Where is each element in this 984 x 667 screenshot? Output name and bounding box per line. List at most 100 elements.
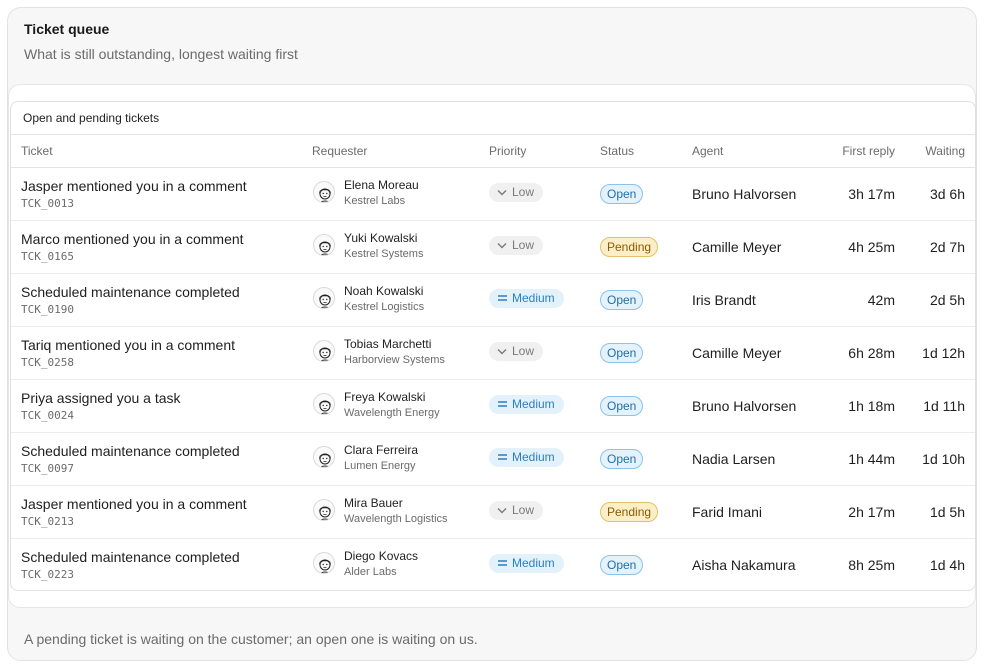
first-reply-value: 42m (867, 292, 895, 308)
column-header-requester: Requester (312, 144, 368, 158)
first-reply-value: 8h 25m (848, 557, 895, 573)
waiting-value: 2d 5h (929, 292, 965, 308)
equals-icon (496, 396, 508, 415)
priority-badge: Medium (489, 554, 564, 573)
first-reply-value: 4h 25m (848, 239, 895, 255)
equals-icon (496, 555, 508, 574)
table-row[interactable]: Scheduled maintenance completed TCK_0190 N… (11, 274, 975, 327)
status-badge: Open (600, 290, 644, 310)
ticket-title[interactable]: Jasper mentioned you in a comment (21, 496, 247, 512)
status-cell: Pending (600, 237, 659, 257)
waiting-value: 2d 7h (929, 239, 965, 255)
requester-org: Kestrel Logistics (344, 301, 425, 313)
requester-name: Tobias Marchetti (344, 337, 432, 351)
priority-label: Low (512, 344, 535, 358)
priority-label: Low (512, 185, 535, 199)
ticket-id: TCK_0013 (21, 197, 74, 210)
agent-name: Iris Brandt (692, 292, 756, 308)
ticket-id: TCK_0213 (21, 515, 74, 528)
agent-name: Camille Meyer (692, 239, 782, 255)
table-row[interactable]: Marco mentioned you in a comment TCK_0165… (11, 221, 975, 274)
first-reply-value: 1h 18m (848, 398, 895, 414)
waiting-value: 3d 6h (929, 186, 965, 202)
table-row[interactable]: Jasper mentioned you in a comment TCK_021… (11, 486, 975, 539)
waiting-value: 1d 5h (929, 504, 965, 520)
priority-cell: Low (489, 183, 544, 202)
chevron-down-icon (496, 502, 508, 521)
priority-label: Medium (512, 397, 555, 411)
ticket-cell: Priya assigned you a task TCK_0024 (21, 390, 181, 422)
table-row[interactable]: Scheduled maintenance completed TCK_0223 D… (11, 539, 975, 590)
column-header-ticket: Ticket (21, 144, 53, 158)
priority-cell: Medium (489, 289, 564, 308)
status-badge: Pending (600, 237, 659, 257)
status-cell: Open (600, 396, 644, 416)
ticket-title[interactable]: Scheduled maintenance completed (21, 443, 240, 459)
requester-org: Kestrel Labs (344, 195, 406, 207)
priority-label: Medium (512, 556, 555, 570)
priority-badge: Medium (489, 395, 564, 414)
priority-cell: Low (489, 236, 544, 256)
avatar (313, 499, 335, 521)
waiting-value: 1d 10h (922, 451, 965, 467)
table-caption: Open and pending tickets (11, 102, 975, 135)
requester-name: Noah Kowalski (344, 284, 424, 298)
priority-cell: Medium (489, 448, 564, 467)
requester-name: Diego Kovacs (344, 549, 419, 563)
table-row[interactable]: Tariq mentioned you in a comment TCK_0258… (11, 327, 975, 380)
requester-org: Lumen Energy (344, 460, 416, 472)
agent-name: Farid Imani (692, 504, 763, 520)
ticket-id: TCK_0190 (21, 303, 74, 316)
ticket-id: TCK_0097 (21, 462, 74, 475)
ticket-title[interactable]: Scheduled maintenance completed (21, 549, 240, 565)
status-cell: Open (600, 555, 644, 575)
ticket-cell: Scheduled maintenance completed TCK_0097 (21, 443, 240, 475)
priority-cell: Medium (489, 395, 564, 414)
ticket-title[interactable]: Scheduled maintenance completed (21, 284, 240, 300)
equals-icon (496, 290, 508, 309)
table-row[interactable]: Jasper mentioned you in a comment TCK_001… (11, 168, 975, 221)
status-badge: Pending (600, 502, 659, 522)
table-body: Jasper mentioned you in a comment TCK_001… (11, 168, 975, 590)
column-header-status: Status (600, 144, 635, 158)
priority-badge: Low (489, 501, 544, 521)
ticket-title[interactable]: Priya assigned you a task (21, 390, 181, 406)
ticket-cell: Jasper mentioned you in a comment TCK_001… (21, 178, 247, 210)
tickets-table: Open and pending tickets Ticket Requeste… (10, 101, 976, 591)
avatar (313, 446, 335, 468)
priority-cell: Low (489, 501, 544, 521)
agent-name: Nadia Larsen (692, 451, 776, 467)
priority-badge: Low (489, 236, 544, 256)
page-title: Ticket queue (24, 21, 110, 37)
avatar (313, 287, 335, 309)
agent-name: Camille Meyer (692, 345, 782, 361)
avatar (313, 181, 335, 203)
requester-name: Clara Ferreira (344, 443, 419, 457)
avatar (313, 393, 335, 415)
ticket-queue-card: Ticket queue What is still outstanding, … (7, 7, 977, 661)
avatar (313, 340, 335, 362)
ticket-id: TCK_0223 (21, 568, 74, 581)
priority-cell: Medium (489, 554, 564, 573)
page-subtitle: What is still outstanding, longest waiti… (24, 46, 298, 62)
priority-label: Low (512, 503, 535, 517)
chevron-down-icon (496, 237, 508, 256)
chevron-down-icon (496, 343, 508, 362)
status-badge: Open (600, 343, 644, 363)
ticket-cell: Marco mentioned you in a comment TCK_0165 (21, 231, 244, 263)
equals-icon (496, 449, 508, 468)
ticket-title[interactable]: Jasper mentioned you in a comment (21, 178, 247, 194)
priority-badge: Low (489, 342, 544, 362)
ticket-title[interactable]: Tariq mentioned you in a comment (21, 337, 235, 353)
priority-badge: Medium (489, 448, 564, 467)
first-reply-value: 1h 44m (848, 451, 895, 467)
waiting-value: 1d 11h (923, 398, 965, 414)
table-row[interactable]: Priya assigned you a task TCK_0024 Freya K… (11, 380, 975, 433)
table-header: Ticket Requester Priority Status Agent F… (11, 135, 975, 168)
requester-org: Wavelength Logistics (344, 513, 448, 525)
table-row[interactable]: Scheduled maintenance completed TCK_0097 C… (11, 433, 975, 486)
column-header-priority: Priority (489, 144, 527, 158)
ticket-title[interactable]: Marco mentioned you in a comment (21, 231, 244, 247)
first-reply-value: 3h 17m (848, 186, 895, 202)
requester-name: Yuki Kowalski (344, 231, 418, 245)
